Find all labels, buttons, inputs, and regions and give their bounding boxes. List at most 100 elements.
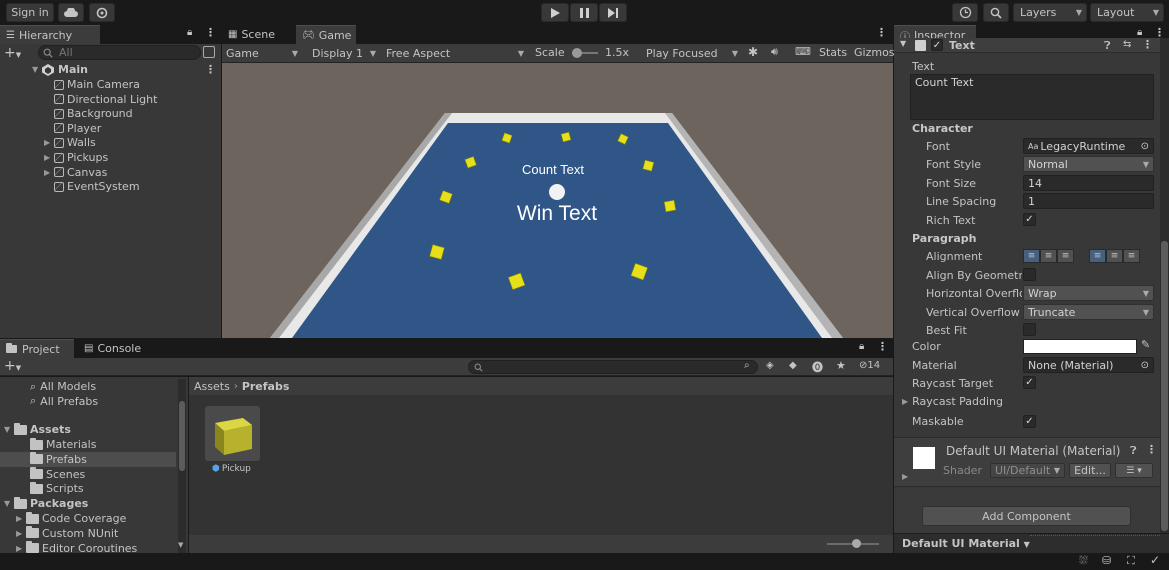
game-viewport[interactable]: Count Text Win Text — [222, 63, 893, 338]
scroll-down-arrow-icon[interactable]: ▼ — [178, 541, 183, 549]
filter-label-icon[interactable]: ◆ — [789, 360, 797, 371]
undo-history-icon[interactable] — [952, 3, 978, 22]
tab-scene[interactable]: ▦ Scene — [222, 25, 294, 44]
maskable-checkbox[interactable]: ✓ — [1023, 415, 1036, 428]
hierarchy-item[interactable]: Background — [44, 106, 133, 121]
folder-item[interactable]: Materials — [30, 437, 96, 452]
debug-mode-icon[interactable]: ⛆ — [1079, 554, 1088, 568]
search-scope-icon[interactable]: ⌕ — [744, 360, 750, 371]
step-button[interactable] — [599, 3, 627, 22]
hierarchy-item[interactable]: ▶ Pickups — [44, 150, 108, 165]
hierarchy-item[interactable]: ▶ Walls — [44, 135, 96, 150]
edit-shader-button[interactable]: Edit... — [1069, 463, 1111, 478]
horizontal-overflow-dropdown[interactable]: Wrap ▼ — [1023, 285, 1154, 301]
hierarchy-item[interactable]: EventSystem — [44, 179, 140, 194]
packages-root[interactable]: ▼ Packages — [4, 496, 88, 511]
lock-icon[interactable]: 🔒︎ — [1137, 27, 1142, 38]
align-middle-icon[interactable]: ≡ — [1106, 249, 1123, 263]
object-picker-icon[interactable]: ⊙ — [1141, 141, 1149, 152]
network-activity-icon[interactable]: ⛶ — [1127, 554, 1135, 568]
hierarchy-item[interactable]: Player — [44, 121, 101, 136]
shader-options-icon[interactable]: ☰ ▾ — [1115, 463, 1153, 478]
align-bottom-icon[interactable]: ≡ — [1123, 249, 1140, 263]
add-component-button[interactable]: Add Component — [922, 506, 1131, 526]
cache-server-icon[interactable]: ⛁ — [1102, 554, 1111, 567]
stats-button[interactable]: Stats — [819, 46, 847, 59]
hidden-packages-icon[interactable]: ⊘14 — [859, 360, 880, 371]
folder-tree-scrollbar[interactable]: ▼ — [178, 379, 186, 553]
aspect-dropdown[interactable]: Free Aspect ▼ — [382, 45, 528, 61]
color-field[interactable] — [1023, 339, 1137, 354]
gizmos-button[interactable]: Gizmos — [854, 46, 895, 59]
component-kebab-icon[interactable]: ⋮ — [1142, 38, 1153, 51]
lock-icon[interactable]: 🔒︎ — [187, 27, 192, 38]
folder-item[interactable]: ▶ Custom NUnit — [16, 526, 118, 541]
log-level-icon[interactable]: ⓿ — [812, 359, 823, 375]
prefab-pickup-thumbnail[interactable] — [205, 406, 260, 461]
hierarchy-item[interactable]: ▶ Canvas — [44, 165, 107, 180]
display-dropdown[interactable]: Display 1 ▼ — [308, 45, 380, 61]
add-object-button[interactable]: +▼ — [4, 45, 21, 61]
cloud-icon[interactable] — [58, 3, 84, 22]
font-style-dropdown[interactable]: Normal ▼ — [1023, 156, 1154, 172]
folder-item[interactable]: Scenes — [30, 467, 85, 482]
sign-in-button[interactable]: Sign in — [6, 3, 54, 22]
folder-item[interactable]: Scripts — [30, 481, 84, 496]
preview-footer[interactable]: Default UI Material ▼ — [894, 533, 1169, 553]
font-object-field[interactable]: Aa LegacyRuntime ⊙ — [1023, 138, 1154, 154]
folder-item[interactable]: ▶ Code Coverage — [16, 511, 126, 526]
hierarchy-item[interactable]: Main Camera — [44, 77, 140, 92]
scrollbar-thumb[interactable] — [179, 401, 185, 471]
folder-item[interactable]: ⌕ All Prefabs — [30, 394, 98, 409]
tab-project[interactable]: Project — [0, 339, 74, 358]
play-button[interactable] — [541, 3, 569, 22]
raycast-target-checkbox[interactable]: ✓ — [1023, 376, 1036, 389]
filter-type-icon[interactable]: ◈ — [766, 360, 774, 371]
tab-hierarchy[interactable]: ☰ Hierarchy — [0, 25, 100, 44]
hierarchy-search-input[interactable]: All — [38, 45, 201, 60]
audio-mute-icon[interactable]: 🔊︎ — [771, 45, 778, 59]
scene-filter-icon[interactable] — [203, 46, 215, 58]
breadcrumb-assets[interactable]: Assets — [194, 380, 230, 393]
scene-kebab-icon[interactable]: ⋮ — [205, 63, 216, 76]
align-by-geometry-checkbox[interactable] — [1023, 268, 1036, 281]
scale-slider-thumb[interactable] — [572, 48, 582, 58]
thumbnail-size-thumb[interactable] — [852, 539, 861, 548]
pause-button[interactable] — [570, 3, 598, 22]
check-status-icon[interactable]: ✓ — [1150, 553, 1160, 567]
scrollbar-thumb[interactable] — [1161, 241, 1168, 531]
vertical-overflow-dropdown[interactable]: Truncate ▼ — [1023, 304, 1154, 320]
services-gear-icon[interactable] — [89, 3, 115, 22]
kebab-menu-icon[interactable]: ⋮ — [876, 26, 887, 39]
hierarchy-item[interactable]: Directional Light — [44, 92, 157, 107]
folder-item[interactable]: ⌕ All Models — [30, 379, 96, 394]
layout-dropdown[interactable]: Layout ▼ — [1090, 3, 1164, 22]
shader-dropdown[interactable]: UI/Default ▼ — [990, 463, 1065, 478]
game-mode-dropdown[interactable]: Game ▼ — [222, 45, 302, 61]
line-spacing-input[interactable]: 1 — [1023, 193, 1154, 209]
presets-icon[interactable]: ⇆ — [1123, 39, 1131, 50]
align-right-icon[interactable]: ≡ — [1057, 249, 1074, 263]
object-picker-icon[interactable]: ⊙ — [1141, 360, 1149, 371]
bug-icon[interactable]: ✱ — [748, 45, 758, 59]
eyedropper-icon[interactable]: ✎ — [1141, 338, 1150, 351]
text-component-header[interactable]: ▼ ✓ Text ❓︎ ⇆ ⋮ — [894, 38, 1160, 53]
favorites-star-icon[interactable]: ★ — [836, 359, 846, 372]
prefab-pickup-item[interactable]: ⬢ Pickup — [212, 464, 251, 474]
font-size-input[interactable]: 14 — [1023, 175, 1154, 191]
component-enabled-checkbox[interactable]: ✓ — [931, 39, 943, 51]
tab-console[interactable]: ▤ Console — [78, 339, 158, 358]
layers-dropdown[interactable]: Layers ▼ — [1013, 3, 1087, 22]
search-icon[interactable] — [983, 3, 1009, 22]
help-icon[interactable]: ❓︎ — [1130, 444, 1137, 458]
scene-row-main[interactable]: ▼ Main — [32, 62, 88, 77]
expand-arrow-icon[interactable]: ▶ — [902, 472, 908, 481]
kebab-menu-icon[interactable]: ⋮ — [877, 340, 888, 353]
create-asset-button[interactable]: +▼ — [4, 358, 21, 374]
help-icon[interactable]: ❓︎ — [1104, 39, 1111, 53]
material-kebab-icon[interactable]: ⋮ — [1146, 443, 1157, 456]
assets-root[interactable]: ▼ Assets — [4, 422, 71, 437]
material-object-field[interactable]: None (Material) ⊙ — [1023, 357, 1154, 373]
resize-handle[interactable] — [1030, 535, 1160, 537]
align-center-icon[interactable]: ≡ — [1040, 249, 1057, 263]
